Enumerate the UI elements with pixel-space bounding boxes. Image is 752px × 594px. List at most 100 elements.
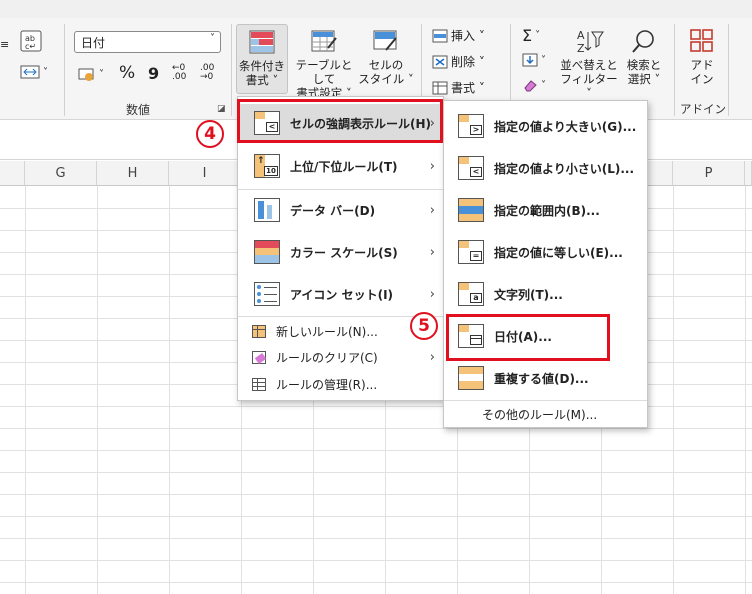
comma-style-button[interactable]: 9: [148, 64, 159, 83]
between-icon: [458, 198, 484, 222]
increase-decimal-button[interactable]: ←0.00: [172, 64, 186, 82]
submenu-item-date-occurring[interactable]: 日付(A)...: [444, 316, 647, 356]
column-header-h[interactable]: H: [97, 161, 169, 186]
number-group-label: 数値: [126, 103, 151, 117]
submenu-item-label: 指定の値に等しい(E)...: [494, 245, 623, 260]
submenu-item-between[interactable]: 指定の範囲内(B)...: [444, 190, 647, 230]
decrease-decimal-button[interactable]: .00 →0: [200, 64, 214, 82]
sigma-icon: Σ: [522, 26, 533, 45]
svg-text:A: A: [577, 29, 585, 42]
grid-row-line: [0, 428, 752, 429]
comma-icon: 9: [148, 64, 160, 83]
accounting-format-button[interactable]: ˅: [78, 66, 104, 82]
submenu-item-less-than[interactable]: < 指定の値より小さい(L)...: [444, 148, 647, 188]
delete-button[interactable]: 削除 ˅: [432, 53, 485, 70]
menu-item-label: 新しいルール(N)...: [276, 324, 378, 339]
number-format-value: 日付: [81, 36, 106, 50]
duplicate-values-icon: [458, 366, 484, 390]
cond-format-label-1: 条件付き: [239, 59, 285, 73]
chevron-down-icon: ˅: [99, 68, 104, 80]
chevron-down-icon: ˅: [43, 66, 48, 78]
autosum-button[interactable]: Σ ˅: [522, 26, 540, 45]
menu-item-color-scales[interactable]: カラー スケール(S) ›: [238, 233, 443, 271]
find-select-button[interactable]: 検索と 選択 ˅: [622, 28, 666, 86]
grid-row-line: [0, 516, 752, 517]
submenu-item-greater-than[interactable]: > 指定の値より大きい(G)...: [444, 106, 647, 146]
submenu-item-duplicate-values[interactable]: 重複する値(D)...: [444, 358, 647, 398]
menu-item-highlight-rules[interactable]: < セルの強調表示ルール(H) ›: [238, 104, 443, 142]
addins-label-1: アド: [690, 58, 714, 72]
submenu-item-more-rules[interactable]: その他のルール(M)...: [444, 403, 647, 425]
column-header-g[interactable]: G: [25, 161, 97, 186]
color-scale-icon: [254, 240, 280, 264]
cond-format-label-2: 書式 ˅: [245, 73, 279, 87]
data-bar-icon: [254, 198, 280, 222]
dialog-launcher-icon[interactable]: ◪: [217, 104, 226, 114]
percent-icon: %: [119, 63, 136, 83]
format-cells-icon: [432, 81, 448, 94]
search-icon: [632, 30, 654, 53]
align-left-edge-icon[interactable]: ≡: [0, 38, 9, 51]
conditional-format-button[interactable]: 条件付き 書式 ˅: [236, 24, 288, 94]
submenu-item-text-contains[interactable]: a 文字列(T)...: [444, 274, 647, 314]
insert-button[interactable]: 挿入 ˅: [432, 27, 485, 44]
merge-center-button[interactable]: ˅: [20, 64, 48, 80]
menu-item-label: データ バー(D): [290, 203, 376, 218]
sort-filter-icon: AZ: [577, 29, 604, 54]
addins-button[interactable]: アド イン: [682, 28, 722, 86]
sort-filter-button[interactable]: AZ 並べ替えと フィルター ˅: [558, 28, 620, 100]
grid-column-line: [97, 186, 98, 594]
less-than-icon: <: [458, 156, 484, 180]
grid-row-line: [0, 450, 752, 451]
menu-item-manage-rules[interactable]: ルールの管理(R)...: [238, 372, 443, 396]
menu-item-top-bottom-rules[interactable]: ↑ 10 上位/下位ルール(T) ›: [238, 147, 443, 185]
date-calendar-icon: [458, 324, 484, 348]
format-cells-button[interactable]: 書式 ˅: [432, 79, 485, 96]
percent-button[interactable]: %: [119, 63, 135, 83]
chevron-right-icon: ›: [429, 202, 435, 218]
submenu-item-equal-to[interactable]: = 指定の値に等しい(E)...: [444, 232, 647, 272]
table-format-label-1: テーブルとして: [295, 58, 353, 86]
delete-label: 削除 ˅: [451, 55, 485, 69]
merge-icon: [20, 65, 40, 79]
column-header-p[interactable]: P: [673, 161, 745, 186]
column-header-i[interactable]: I: [169, 161, 241, 186]
svg-text:Z: Z: [577, 42, 585, 54]
equal-to-icon: =: [458, 240, 484, 264]
grid-row-line: [0, 582, 752, 583]
fill-button[interactable]: ˅: [522, 53, 546, 67]
icon-set-icon: [254, 282, 280, 306]
chevron-right-icon: ›: [429, 244, 435, 260]
find-select-label-1: 検索と: [626, 58, 662, 72]
menu-item-clear-rules[interactable]: ルールのクリア(C) ›: [238, 345, 443, 369]
wrap-text-icon: abc↵: [20, 30, 42, 52]
tab-strip: [0, 0, 752, 18]
top-bottom-icon: ↑ 10: [254, 154, 280, 178]
menu-separator: [238, 189, 443, 190]
format-label: 書式 ˅: [451, 81, 485, 95]
clear-button[interactable]: ˅: [522, 78, 546, 92]
menu-item-label: セルの強調表示ルール(H): [290, 116, 432, 131]
menu-item-label: 上位/下位ルール(T): [290, 159, 398, 174]
number-format-select[interactable]: 日付 ˅: [74, 31, 221, 53]
sort-filter-label-1: 並べ替えと: [560, 58, 618, 72]
chevron-down-icon: ˅: [535, 30, 541, 41]
manage-rules-icon: [252, 377, 266, 391]
chevron-down-icon: ˅: [210, 33, 215, 44]
greater-than-icon: >: [458, 114, 484, 138]
menu-item-icon-sets[interactable]: アイコン セット(I) ›: [238, 275, 443, 313]
cell-style-label-2: スタイル ˅: [358, 72, 414, 86]
grid-row-line: [0, 494, 752, 495]
addins-label-2: イン: [690, 72, 714, 86]
chevron-right-icon: ›: [429, 158, 435, 174]
sort-filter-label-2: フィルター ˅: [560, 72, 618, 100]
wrap-text-button[interactable]: ab c↵: [20, 30, 42, 52]
group-divider: [231, 24, 232, 116]
format-as-table-button[interactable]: テーブルとして 書式設定 ˅: [290, 28, 358, 100]
highlight-rules-submenu: > 指定の値より大きい(G)... < 指定の値より小さい(L)... 指定の範…: [443, 100, 648, 428]
find-select-label-2: 選択 ˅: [627, 72, 661, 86]
menu-item-data-bars[interactable]: データ バー(D) ›: [238, 191, 443, 229]
delete-cells-icon: [432, 55, 448, 68]
cell-style-button[interactable]: セルの スタイル ˅: [358, 28, 414, 86]
step-4-badge: 4: [196, 120, 224, 148]
